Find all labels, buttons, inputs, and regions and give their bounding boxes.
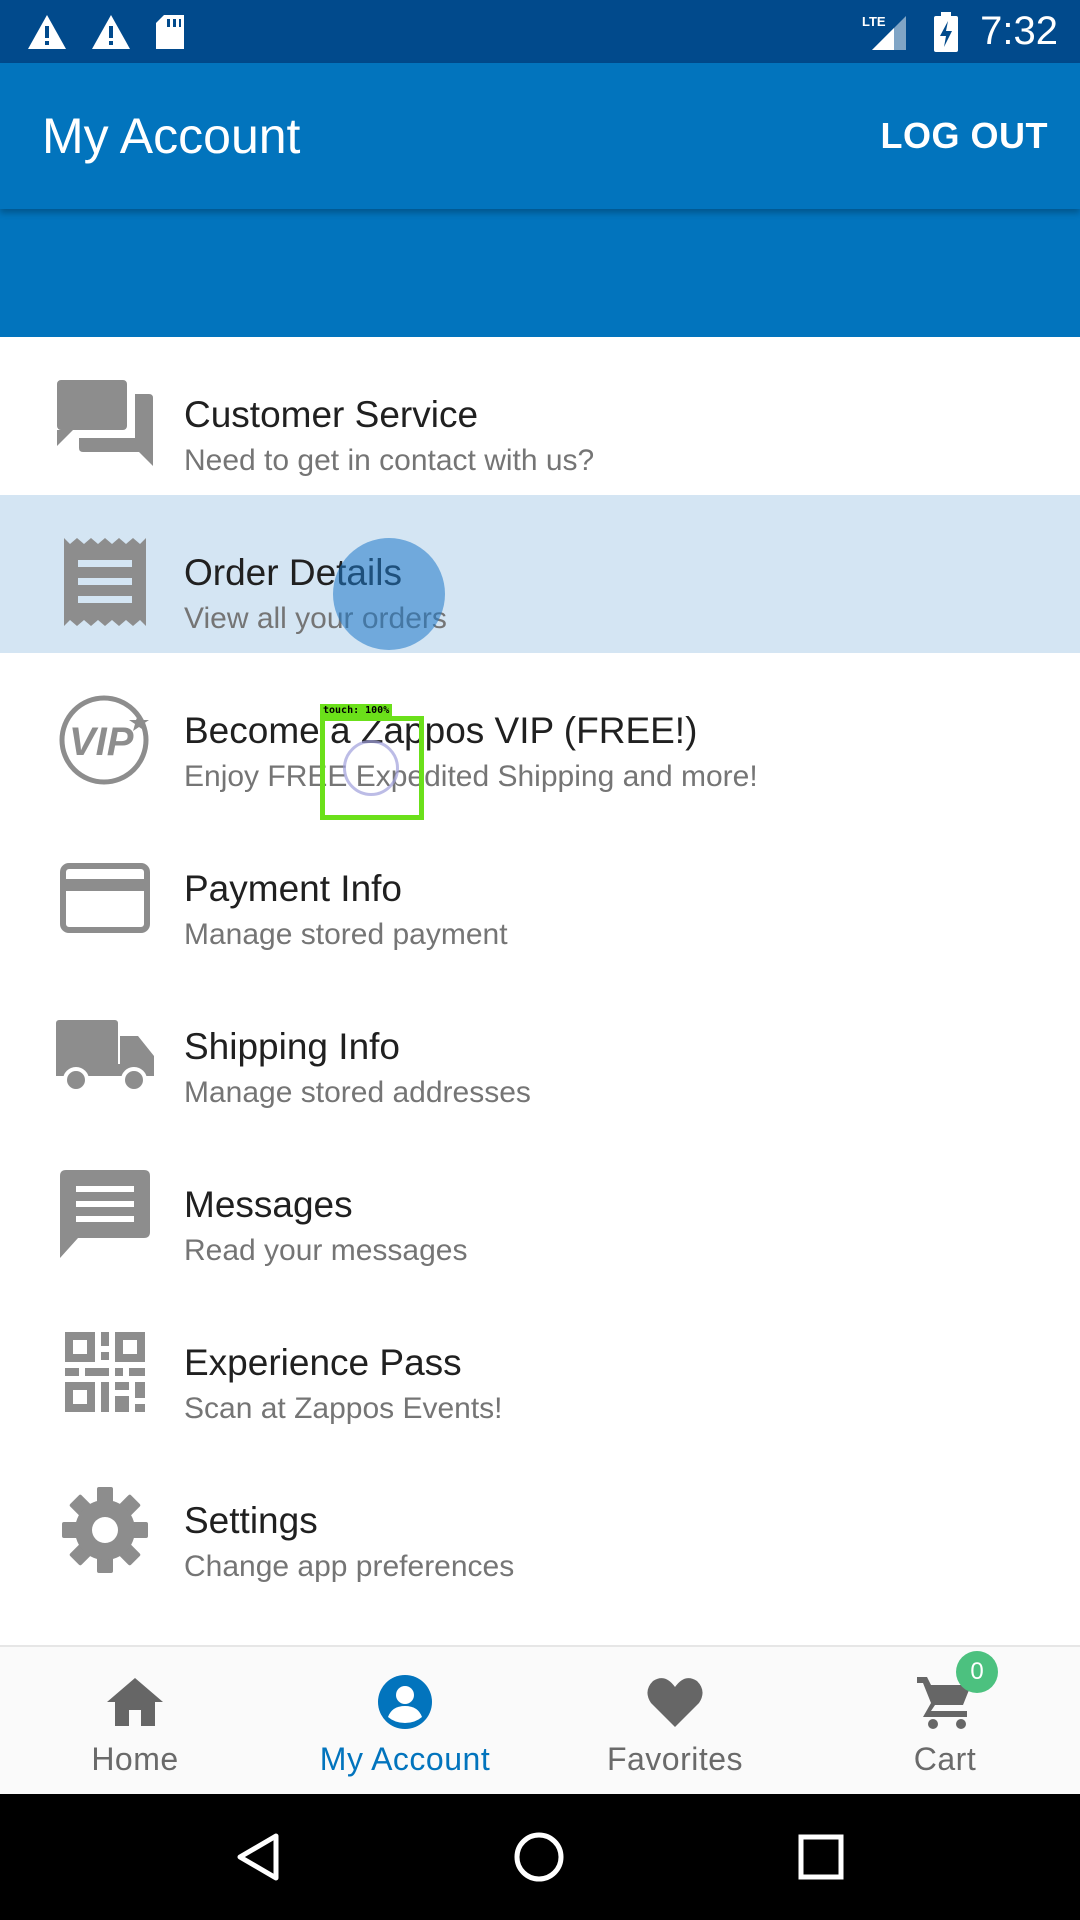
nav-home[interactable]: Home [0, 1647, 270, 1794]
menu-item-title: Become a Zappos VIP (FREE!) [184, 710, 698, 751]
menu-item-subtitle: Scan at Zappos Events! [184, 1392, 503, 1425]
vip-icon-text: VIP [69, 720, 134, 764]
menu-item-subtitle: Enjoy FREE Expedited Shipping and more! [184, 760, 758, 793]
menu-item-settings[interactable]: Settings Change app preferences [0, 1443, 1080, 1601]
menu-item-subtitle: Read your messages [184, 1234, 468, 1267]
header-band [0, 209, 1080, 337]
menu-item-title: Messages [184, 1184, 353, 1225]
touch-debug-circle [343, 740, 399, 796]
menu-item-subtitle: Manage stored payment [184, 918, 508, 951]
logout-button[interactable]: LOG OUT [881, 115, 1049, 157]
message-icon [56, 1165, 154, 1263]
status-time: 7:32 [980, 9, 1058, 53]
menu-item-title: Settings [184, 1500, 318, 1541]
menu-item-payment-info[interactable]: Payment Info Manage stored payment [0, 811, 1080, 969]
nav-my-account[interactable]: My Account [270, 1647, 540, 1794]
status-bar: LTE 7:32 [0, 0, 1080, 63]
status-left-icons [26, 13, 186, 51]
truck-icon [56, 1007, 154, 1105]
bottom-nav: Home My Account Favorites Cart 0 [0, 1645, 1080, 1794]
credit-card-icon [56, 849, 154, 947]
gear-icon [56, 1481, 154, 1579]
home-icon [107, 1673, 163, 1731]
menu-item-customer-service[interactable]: Customer Service Need to get in contact … [0, 337, 1080, 495]
nav-favorites[interactable]: Favorites [540, 1647, 810, 1794]
warning-icon [28, 14, 66, 49]
nav-label: Cart [913, 1741, 977, 1777]
home-circle-icon[interactable] [513, 1831, 565, 1883]
menu-item-subtitle: Need to get in contact with us? [184, 444, 595, 477]
menu-item-title: Experience Pass [184, 1342, 462, 1383]
nav-label: My Account [319, 1741, 491, 1777]
lte-signal-icon: LTE [862, 14, 907, 50]
qr-code-icon [56, 1323, 154, 1421]
recents-icon[interactable] [798, 1834, 844, 1880]
system-nav-bar [0, 1794, 1080, 1920]
nav-label: Home [91, 1741, 179, 1777]
menu-item-shipping-info[interactable]: Shipping Info Manage stored addresses [0, 969, 1080, 1127]
menu-item-messages[interactable]: Messages Read your messages [0, 1127, 1080, 1285]
menu-item-vip[interactable]: VIP Become a Zappos VIP (FREE!) Enjoy FR… [0, 653, 1080, 811]
forum-icon [56, 375, 154, 473]
back-icon[interactable] [236, 1832, 280, 1882]
receipt-icon [56, 533, 154, 631]
menu-item-title: Shipping Info [184, 1026, 401, 1067]
account-circle-icon [378, 1673, 432, 1731]
account-menu: Customer Service Need to get in contact … [0, 337, 1080, 1601]
vip-icon: VIP [56, 691, 154, 789]
nav-cart[interactable]: Cart 0 [810, 1647, 1080, 1794]
menu-item-subtitle: Change app preferences [184, 1550, 515, 1583]
cart-count-badge: 0 [956, 1651, 998, 1693]
app-bar: My Account LOG OUT [0, 63, 1080, 209]
menu-item-order-details[interactable]: Order Details View all your orders [0, 495, 1080, 653]
sd-card-icon [156, 14, 184, 49]
battery-charging-icon [934, 11, 959, 52]
menu-item-title: Payment Info [184, 868, 403, 909]
page-title: My Account [42, 108, 301, 164]
nav-label: Favorites [606, 1741, 744, 1777]
warning-icon [92, 14, 130, 49]
status-right-icons: LTE 7:32 [862, 9, 1058, 54]
touch-ripple [333, 538, 445, 650]
heart-icon [647, 1673, 703, 1731]
menu-item-experience-pass[interactable]: Experience Pass Scan at Zappos Events! [0, 1285, 1080, 1443]
menu-item-title: Customer Service [184, 394, 479, 435]
svg-text:LTE: LTE [862, 14, 886, 29]
menu-item-subtitle: Manage stored addresses [184, 1076, 531, 1109]
